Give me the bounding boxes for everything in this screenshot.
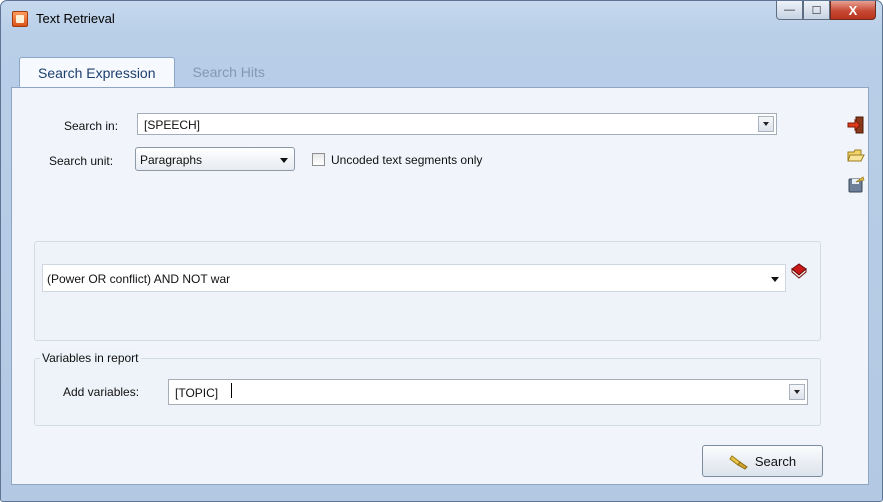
open-folder-icon[interactable] [847, 146, 865, 164]
flashlight-icon [729, 455, 748, 470]
app-icon [12, 11, 28, 27]
search-in-label: Search in: [64, 119, 119, 133]
save-icon[interactable] [847, 176, 865, 194]
search-button[interactable]: Search [702, 445, 823, 477]
tab-search-expression[interactable]: Search Expression [19, 57, 175, 88]
uncoded-only-checkbox[interactable] [312, 153, 325, 166]
exit-icon[interactable] [847, 116, 865, 134]
tab-bar: Search Expression Search Hits [19, 57, 283, 88]
search-in-value: [SPEECH] [144, 118, 201, 132]
window-title: Text Retrieval [36, 11, 115, 26]
maximize-button[interactable]: ☐ [803, 1, 830, 20]
uncoded-only-label: Uncoded text segments only [331, 153, 483, 167]
search-unit-label: Search unit: [49, 154, 114, 168]
search-unit-select[interactable]: Paragraphs [135, 147, 295, 171]
search-expression-value: (Power OR conflict) AND NOT war [47, 272, 231, 286]
chevron-down-icon [280, 158, 288, 163]
add-variables-label: Add variables: [63, 385, 140, 399]
title-bar: Text Retrieval — ☐ X [1, 1, 882, 35]
search-button-label: Search [754, 453, 797, 469]
add-variables-dropdown-button[interactable] [789, 384, 805, 400]
text-retrieval-window: Text Retrieval — ☐ X Search Expression S… [0, 0, 883, 502]
search-expression-combo[interactable]: (Power OR conflict) AND NOT war [42, 264, 786, 292]
expression-book-icon[interactable] [790, 263, 808, 279]
search-unit-value: Paragraphs [140, 153, 203, 167]
window-controls: — ☐ X [776, 1, 876, 21]
variables-group-title: Variables in report [40, 351, 141, 365]
tab-search-hits[interactable]: Search Hits [175, 57, 283, 87]
minimize-button[interactable]: — [776, 1, 803, 20]
search-in-dropdown-button[interactable] [758, 116, 774, 132]
add-variables-value: [TOPIC] [175, 386, 219, 400]
search-in-combo[interactable]: [SPEECH] [137, 113, 777, 135]
close-button[interactable]: X [830, 1, 876, 20]
text-caret [231, 383, 232, 398]
add-variables-combo[interactable]: [TOPIC] [168, 379, 808, 405]
chevron-down-icon[interactable] [771, 277, 779, 282]
